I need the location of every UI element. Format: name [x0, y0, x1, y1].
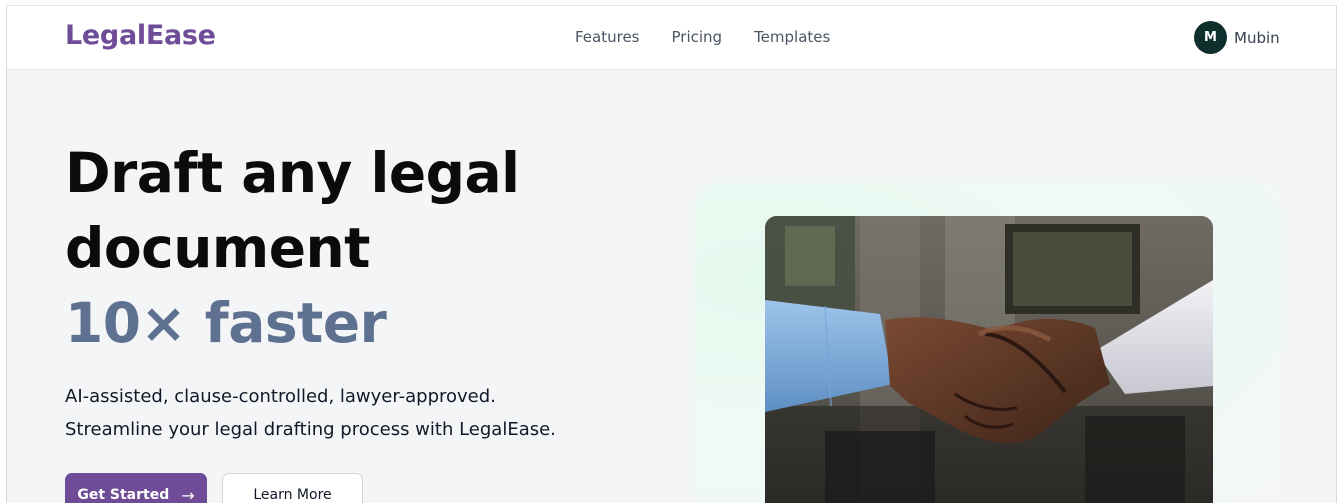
handshake-photo [765, 216, 1213, 503]
hero-title-accent: 10× faster [65, 291, 387, 355]
hero-title-line-2: document [65, 216, 370, 280]
learn-more-button[interactable]: Learn More [222, 473, 363, 503]
handshake-illustration [765, 216, 1213, 503]
arrow-right-icon: → [181, 485, 195, 503]
hero-title-line-1: Draft any legal [65, 141, 520, 205]
main-nav: Features Pricing Templates [575, 28, 862, 46]
hero-subtitle-line-1: AI-assisted, clause-controlled, lawyer-a… [65, 386, 496, 407]
brand-logo[interactable]: LegalEase [65, 20, 216, 51]
user-menu[interactable]: M Mubin [1194, 21, 1280, 54]
user-name[interactable]: Mubin [1234, 29, 1280, 47]
nav-link-templates[interactable]: Templates [754, 28, 830, 46]
avatar[interactable]: M [1194, 21, 1227, 54]
nav-link-pricing[interactable]: Pricing [672, 28, 723, 46]
hero-subtitle: AI-assisted, clause-controlled, lawyer-a… [65, 380, 556, 446]
hero-title: Draft any legal document [65, 136, 625, 286]
get-started-button[interactable]: Get Started → [65, 473, 207, 503]
hero-subtitle-line-2: Streamline your legal drafting process w… [65, 419, 556, 440]
get-started-label: Get Started [77, 487, 170, 503]
browser-viewport: LegalEase Features Pricing Templates M M… [6, 5, 1337, 503]
top-navigation-bar: LegalEase Features Pricing Templates M M… [7, 6, 1336, 70]
nav-link-features[interactable]: Features [575, 28, 640, 46]
window-edge [1337, 0, 1343, 503]
